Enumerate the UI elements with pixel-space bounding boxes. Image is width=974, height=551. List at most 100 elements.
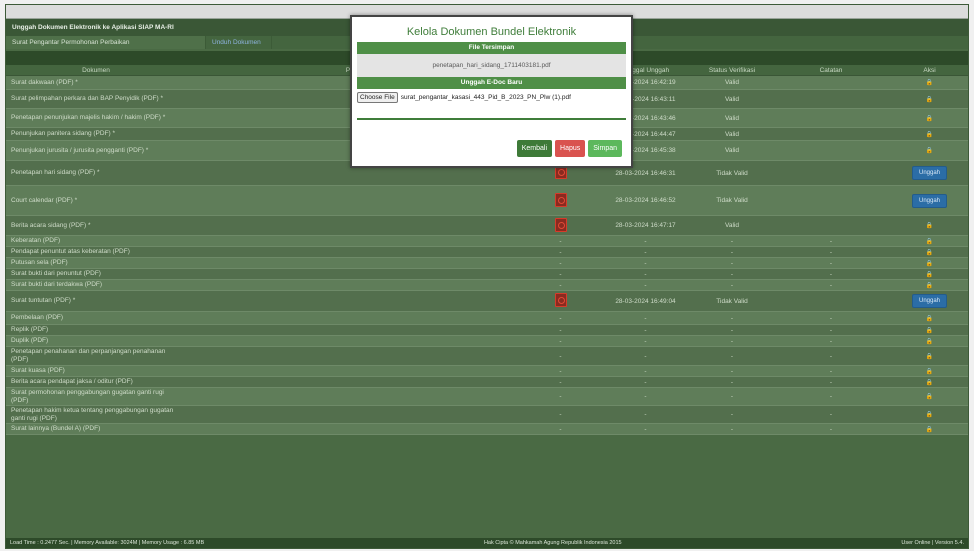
pdf-file-icon[interactable] <box>554 217 567 232</box>
lock-icon: 🔒 <box>925 394 934 400</box>
verification-status: Valid <box>725 95 739 103</box>
note-cell: - <box>829 248 833 256</box>
upload-date: - <box>644 411 647 418</box>
file-cell: - <box>559 270 562 278</box>
file-cell: - <box>559 248 562 256</box>
file-cell: - <box>559 259 562 267</box>
action-cell: 🔒 <box>891 222 968 229</box>
note-cell: - <box>829 337 833 345</box>
verification-status: - <box>730 411 734 418</box>
choose-file-button[interactable]: Choose File <box>357 92 398 103</box>
action-cell: 🔒 <box>891 282 968 289</box>
verification-status: - <box>730 393 734 400</box>
upload-date: - <box>644 326 647 334</box>
note-cell: - <box>829 281 833 289</box>
verification-status: Tidak Valid <box>716 197 748 204</box>
document-name: Penetapan hakim ketua tentang penggabung… <box>11 406 174 422</box>
action-cell: 🔒 <box>891 379 968 386</box>
file-cell: - <box>559 281 562 289</box>
save-button[interactable]: Simpan <box>588 140 622 157</box>
verification-status: - <box>730 367 734 375</box>
table-row: Pendapat penuntut atas keberatan (PDF) - -… <box>6 247 968 258</box>
table-row: Surat bukti dari penuntut (PDF) - - - - 🔒 <box>6 269 968 280</box>
action-cell: 🔒 <box>891 131 968 138</box>
action-cell: 🔒 <box>891 147 968 154</box>
document-name: Duplik (PDF) <box>11 337 49 344</box>
upload-date: 28-03-2024 16:49:04 <box>615 297 676 305</box>
file-cell: - <box>559 425 562 433</box>
action-cell: 🔒 <box>891 353 968 360</box>
note-cell: - <box>829 237 833 245</box>
stored-file-name[interactable]: penetapan_hari_sidang_1711403181.pdf <box>357 54 626 77</box>
lock-icon: 🔒 <box>925 238 934 245</box>
table-row: Court calendar (PDF) * 28-03-2024 16:46:5… <box>6 186 968 216</box>
action-cell: 🔒 <box>891 96 968 103</box>
file-cell <box>523 293 598 309</box>
upload-date: - <box>644 393 647 400</box>
file-cell: - <box>559 378 562 386</box>
verification-status: Tidak Valid <box>716 297 748 305</box>
tab-surat-pengantar[interactable]: Surat Pengantar Permohonan Perbaikan <box>6 36 206 49</box>
document-name: Surat tuntutan (PDF) * <box>11 297 76 304</box>
lock-icon: 🔒 <box>925 327 934 334</box>
note-cell: - <box>829 378 833 386</box>
footer: Load Time : 0.2477 Sec. | Memory Availab… <box>6 538 968 548</box>
verification-status: - <box>730 270 734 278</box>
verification-status: Valid <box>725 114 739 122</box>
note-cell: - <box>829 367 833 375</box>
table-row: Berita acara pendapat jaksa / oditur (PD… <box>6 377 968 388</box>
action-cell: 🔒 <box>891 249 968 256</box>
header-status: Status Verifikasi <box>708 67 756 74</box>
upload-date: - <box>644 352 647 360</box>
lock-icon: 🔒 <box>925 271 934 278</box>
note-cell: - <box>829 326 833 334</box>
lock-icon: 🔒 <box>925 223 934 229</box>
back-button[interactable]: Kembali <box>516 140 553 157</box>
upload-date: - <box>644 248 647 256</box>
document-name: Keberatan (PDF) <box>11 237 61 244</box>
upload-button[interactable]: Unggah <box>911 193 948 208</box>
action-cell: 🔒 <box>891 271 968 278</box>
document-name: Putusan sela (PDF) <box>11 259 68 266</box>
lock-icon: 🔒 <box>925 315 934 322</box>
action-cell: 🔒 <box>891 315 968 322</box>
pdf-file-icon[interactable] <box>554 192 567 207</box>
action-cell: 🔒 <box>891 426 968 433</box>
upload-button[interactable]: Unggah <box>911 294 948 308</box>
verification-status: - <box>730 337 734 345</box>
file-cell <box>523 217 598 234</box>
pdf-file-icon[interactable] <box>554 293 567 307</box>
file-cell: - <box>559 237 562 245</box>
verification-status: - <box>730 259 734 267</box>
chosen-file-name: surat_pengantar_kasasi_443_Pid_B_2023_PN… <box>400 94 571 101</box>
verification-status: - <box>730 237 734 245</box>
document-name: Berita acara sidang (PDF) * <box>11 221 91 229</box>
document-name: Surat lainnya (Bundel A) (PDF) <box>11 425 101 432</box>
table-row: Keberatan (PDF) - - - - 🔒 <box>6 236 968 247</box>
lock-icon: 🔒 <box>925 131 934 138</box>
document-name: Surat dakwaan (PDF) * <box>11 78 78 86</box>
footer-copyright: Hak Cipta © Mahkamah Agung Republik Indo… <box>483 540 622 546</box>
table-row: Surat kuasa (PDF) - - - - 🔒 <box>6 366 968 377</box>
action-cell: Unggah <box>891 193 968 208</box>
file-cell <box>523 192 598 209</box>
document-name: Penetapan penunjukan majelis hakim / hak… <box>11 114 166 121</box>
upload-date: 28-03-2024 16:47:17 <box>615 222 676 229</box>
footer-user-online[interactable]: User Online | Version 5.4. <box>901 538 964 548</box>
action-cell: 🔒 <box>891 79 968 86</box>
file-cell: - <box>559 326 562 334</box>
file-cell: - <box>559 352 562 360</box>
verification-status: - <box>730 326 734 334</box>
document-name: Penunjukan panitera sidang (PDF) * <box>11 130 116 137</box>
note-cell: - <box>829 270 833 278</box>
document-name: Surat bukti dari penuntut (PDF) <box>11 270 101 277</box>
file-cell: - <box>559 367 562 375</box>
upload-date: 28-03-2024 16:46:52 <box>615 197 676 204</box>
delete-button[interactable]: Hapus <box>555 140 586 157</box>
upload-button[interactable]: Unggah <box>911 166 948 180</box>
document-name: Surat pelimpahan perkara dan BAP Penyidi… <box>11 95 163 102</box>
note-cell: - <box>829 411 833 418</box>
table-row: Putusan sela (PDF) - - - - 🔒 <box>6 258 968 269</box>
tab-unduh-dokumen[interactable]: Unduh Dokumen <box>206 36 272 49</box>
upload-date: - <box>644 270 647 278</box>
